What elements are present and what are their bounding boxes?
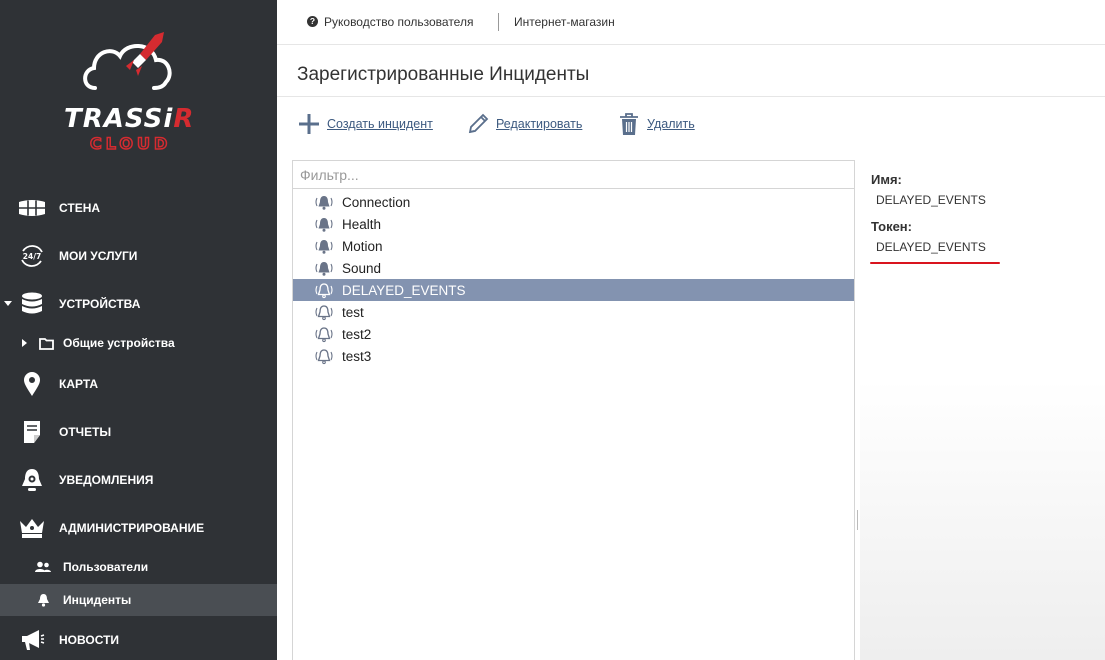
incident-row[interactable]: DELAYED_EVENTS [293,279,854,301]
alarm-bell-outline-icon [314,281,334,299]
sidebar-item-label: УВЕДОМЛЕНИЯ [59,473,154,487]
online-shop-link[interactable]: Интернет-магазин [514,15,615,29]
incident-row[interactable]: test [293,301,854,323]
folder-icon [37,334,55,352]
incident-name: Health [342,216,382,232]
token-label: Токен: [871,219,912,234]
divider [277,96,1105,97]
trassir-cloud-logo[interactable]: TRASSiR CLOUD [60,30,210,155]
incident-row[interactable]: Health [293,213,854,235]
logo-subtitle: CLOUD [89,133,172,154]
filter-input[interactable] [293,161,854,189]
sidebar-item-news[interactable]: НОВОСТИ [0,626,277,654]
incident-list-panel: Connection Health Motion Sound DELAYED_EVENT… [292,160,855,660]
token-value: DELAYED_EVENTS [876,240,986,254]
video-wall-icon [18,194,46,222]
sidebar-item-label: СТЕНА [59,201,101,215]
incident-row[interactable]: Connection [293,191,854,213]
page-title: Зарегистрированные Инциденты [297,64,590,85]
edit-label: Редактировать [496,117,583,131]
trash-icon [620,113,638,135]
sidebar-item-wall[interactable]: СТЕНА [0,194,277,222]
incident-name: test2 [342,326,372,342]
sidebar-item-label: НОВОСТИ [59,633,120,647]
incident-name: Motion [342,238,383,254]
sidebar-item-label: АДМИНИСТРИРОВАНИЕ [59,521,205,535]
incident-details-panel: Имя: DELAYED_EVENTS Токен: DELAYED_EVENT… [860,150,1105,660]
delete-label: Удалить [647,117,695,131]
cloud-rocket-icon [83,32,172,90]
incident-name: Connection [342,194,411,210]
sidebar-item-label: ОТЧЕТЫ [59,425,112,439]
database-icon [18,290,46,318]
sidebar-item-users[interactable]: Пользователи [0,551,277,583]
incident-row[interactable]: test2 [293,323,854,345]
svg-text:24/7: 24/7 [23,252,41,261]
alarm-bell-filled-icon [314,215,334,233]
incident-row[interactable]: test3 [293,345,854,367]
sidebar-item-notifications[interactable]: УВЕДОМЛЕНИЯ [0,466,277,494]
alarm-bell-filled-icon [314,259,334,277]
delete-button[interactable]: Удалить [617,112,695,136]
sidebar-item-administration[interactable]: АДМИНИСТРИРОВАНИЕ [0,514,277,542]
plus-icon [299,114,319,134]
sidebar-item-incidents[interactable]: Инциденты [0,584,277,616]
users-icon [34,558,52,576]
alarm-bell-outline-icon [314,325,334,343]
pencil-icon [468,113,489,134]
alarm-bell-filled-icon [314,193,334,211]
edit-button[interactable]: Редактировать [466,112,582,136]
sidebar-item-label: КАРТА [59,377,99,391]
divider [498,13,499,31]
incident-name: test3 [342,348,372,364]
logo-wordmark: TRASSiR [64,104,195,134]
report-icon [18,418,46,446]
create-incident-button[interactable]: Создать инцидент [297,112,433,136]
caret-right-icon[interactable] [22,339,27,347]
red-underline-annotation [870,262,1000,264]
sidebar-item-devices[interactable]: УСТРОЙСТВА [0,290,277,318]
incident-name: test [342,304,364,320]
sidebar-item-shared-devices[interactable]: Общие устройства [0,327,277,359]
sidebar-item-map[interactable]: КАРТА [0,370,277,398]
sidebar-item-label: Инциденты [63,593,132,607]
help-icon[interactable]: ? [307,16,318,27]
caret-down-icon[interactable] [4,301,12,306]
sidebar: TRASSiR CLOUD СТЕНА 24/7 МОИ УСЛУГИ УСТР… [0,0,277,660]
bell-gear-icon [18,466,46,494]
sidebar-item-label: УСТРОЙСТВА [59,297,141,311]
incident-name: Sound [342,260,382,276]
incident-row[interactable]: Motion [293,235,854,257]
24-7-icon: 24/7 [18,242,46,270]
user-guide-link[interactable]: Руководство пользователя [324,15,473,29]
crown-icon [18,514,46,542]
alarm-bell-filled-icon [314,237,334,255]
name-label: Имя: [871,172,902,187]
sidebar-item-label: МОИ УСЛУГИ [59,249,138,263]
sidebar-item-label: Пользователи [63,560,149,574]
sidebar-item-my-services[interactable]: 24/7 МОИ УСЛУГИ [0,242,277,270]
sidebar-item-reports[interactable]: ОТЧЕТЫ [0,418,277,446]
incident-row[interactable]: Sound [293,257,854,279]
top-bar: ? Руководство пользователя Интернет-мага… [277,0,1105,45]
alarm-bell-outline-icon [314,347,334,365]
megaphone-icon [18,626,46,654]
sidebar-item-label: Общие устройства [63,336,175,350]
create-incident-label: Создать инцидент [327,117,433,131]
alarm-bell-outline-icon [314,303,334,321]
name-value: DELAYED_EVENTS [876,193,986,207]
map-pin-icon [18,370,46,398]
incident-name: DELAYED_EVENTS [342,282,466,298]
bell-icon [34,591,52,609]
